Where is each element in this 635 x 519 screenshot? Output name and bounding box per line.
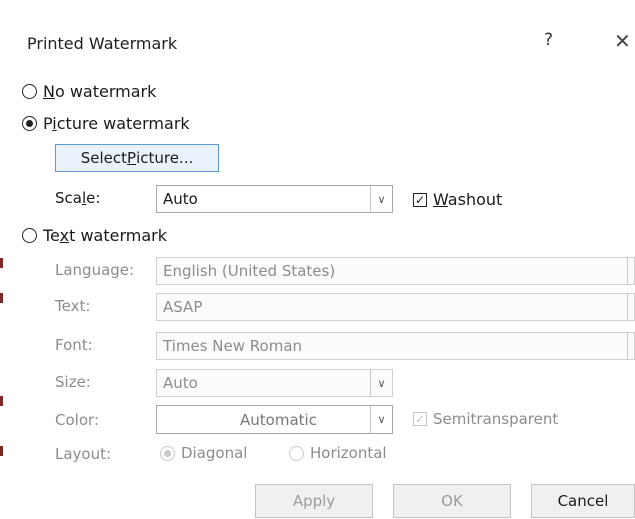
select-picture-button[interactable]: Select Picture... — [55, 144, 219, 172]
washout-label: Washout — [433, 190, 503, 209]
chevron-down-icon — [627, 333, 634, 359]
color-value: Automatic — [240, 410, 317, 429]
margin-mark — [0, 446, 3, 456]
text-dropdown[interactable]: ASAP — [156, 293, 635, 321]
scale-label: Scale: — [55, 189, 101, 207]
layout-label: Layout: — [55, 445, 112, 463]
radio-icon[interactable] — [160, 445, 175, 461]
dialog-title: Printed Watermark — [27, 34, 178, 53]
size-dropdown[interactable]: Auto ∨ — [156, 369, 393, 397]
scale-dropdown[interactable]: Auto ∨ — [156, 185, 393, 213]
semitransparent-checkbox[interactable]: ✓ Semitransparent — [413, 410, 558, 428]
font-value: Times New Roman — [163, 337, 303, 355]
picture-watermark-option[interactable]: Picture watermark — [22, 114, 190, 133]
check-icon[interactable]: ✓ — [413, 412, 427, 426]
language-dropdown[interactable]: English (United States) — [156, 257, 635, 285]
radio-icon[interactable] — [22, 228, 37, 243]
check-icon[interactable]: ✓ — [413, 192, 427, 207]
layout-diagonal-option[interactable]: Diagonal — [160, 444, 247, 462]
font-dropdown[interactable]: Times New Roman — [156, 332, 635, 360]
scale-value: Auto — [163, 190, 198, 208]
ok-button[interactable]: OK — [393, 484, 511, 518]
color-label: Color: — [55, 411, 99, 429]
margin-mark — [0, 396, 3, 406]
margin-mark — [0, 258, 3, 268]
layout-horizontal-label: Horizontal — [310, 444, 387, 462]
close-icon[interactable]: ✕ — [614, 29, 631, 53]
text-value: ASAP — [163, 298, 203, 316]
layout-horizontal-option[interactable]: Horizontal — [289, 444, 387, 462]
radio-icon[interactable] — [289, 445, 304, 461]
margin-mark — [0, 293, 3, 303]
size-label: Size: — [55, 373, 91, 391]
language-label: Language: — [55, 261, 135, 279]
text-watermark-label: Text watermark — [43, 226, 167, 245]
color-dropdown[interactable]: Automatic ∨ — [156, 405, 393, 434]
chevron-down-icon — [627, 294, 634, 320]
text-watermark-option[interactable]: Text watermark — [22, 226, 167, 245]
text-label: Text: — [55, 297, 91, 315]
picture-watermark-label: Picture watermark — [43, 114, 190, 133]
chevron-down-icon[interactable]: ∨ — [370, 370, 392, 396]
printed-watermark-dialog: Printed Watermark ? ✕ No watermark Pictu… — [0, 0, 635, 519]
apply-button[interactable]: Apply — [255, 484, 373, 518]
language-value: English (United States) — [163, 262, 336, 280]
size-value: Auto — [163, 374, 198, 392]
semitransparent-label: Semitransparent — [433, 410, 559, 428]
help-icon[interactable]: ? — [544, 30, 553, 50]
layout-diagonal-label: Diagonal — [181, 444, 248, 462]
cancel-button[interactable]: Cancel — [531, 484, 635, 518]
chevron-down-icon[interactable]: ∨ — [370, 406, 392, 433]
washout-checkbox[interactable]: ✓ Washout — [413, 190, 502, 209]
font-label: Font: — [55, 336, 93, 354]
no-watermark-label: No watermark — [43, 82, 157, 101]
radio-icon[interactable] — [22, 116, 37, 131]
chevron-down-icon — [627, 258, 634, 284]
chevron-down-icon[interactable]: ∨ — [370, 186, 392, 212]
no-watermark-option[interactable]: No watermark — [22, 82, 156, 101]
radio-icon[interactable] — [22, 84, 37, 99]
